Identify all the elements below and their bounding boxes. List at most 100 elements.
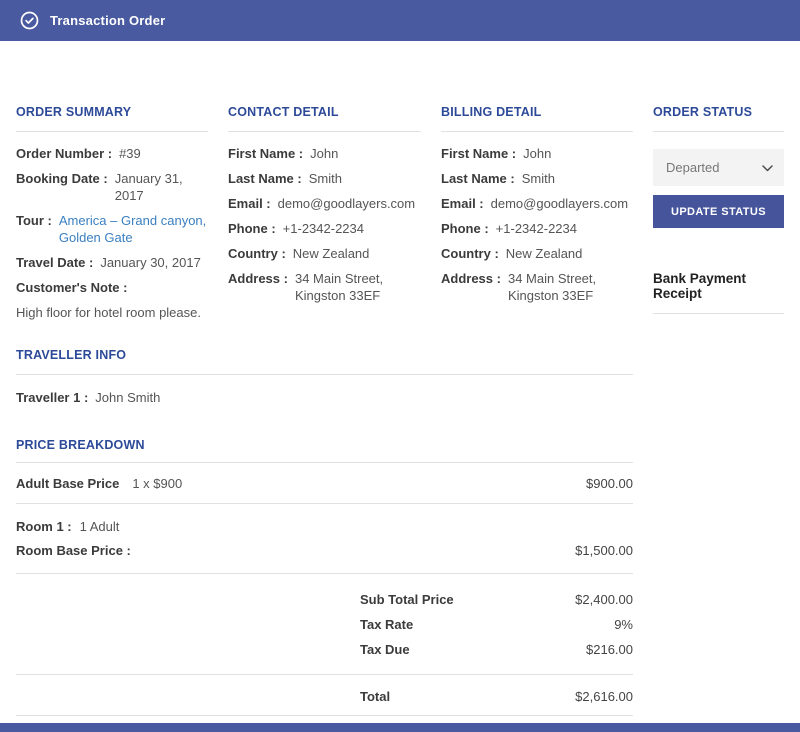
divider — [16, 374, 633, 375]
field-value: John Smith — [95, 389, 160, 406]
field-label: First Name : — [441, 145, 516, 162]
contact-detail-heading: CONTACT DETAIL — [228, 105, 421, 119]
row-amount: $900.00 — [586, 475, 633, 492]
page-title: Transaction Order — [50, 13, 165, 28]
order-summary-section: ORDER SUMMARY Order Number : #39 Booking… — [16, 105, 208, 321]
row-amount: $216.00 — [586, 641, 633, 658]
top-bar: Transaction Order — [0, 0, 800, 41]
field-label: Email : — [228, 195, 271, 212]
transaction-order-page: Transaction Order ORDER SUMMARY Order Nu… — [0, 0, 800, 732]
field-label: Last Name : — [228, 170, 302, 187]
price-table: Adult Base Price 1 x $900 $900.00 Room 1… — [16, 462, 633, 716]
row-amount: $2,616.00 — [575, 688, 633, 705]
field-label: Tour : — [16, 212, 52, 246]
phone-field: Phone : +1-2342-2234 — [228, 220, 421, 237]
order-summary-heading: ORDER SUMMARY — [16, 105, 208, 119]
billing-detail-heading: BILLING DETAIL — [441, 105, 633, 119]
field-value: New Zealand — [506, 245, 583, 262]
field-label: Country : — [441, 245, 499, 262]
address-field: Address : 34 Main Street, Kingston 33EF — [228, 270, 421, 304]
tour-link[interactable]: America – Grand canyon, Golden Gate — [59, 212, 208, 246]
divider — [228, 131, 421, 132]
field-label: Address : — [228, 270, 288, 304]
field-value: demo@goodlayers.com — [491, 195, 628, 212]
bank-payment-receipt-heading: Bank Payment Receipt — [653, 271, 784, 301]
field-value: January 31, 2017 — [115, 170, 208, 204]
field-label: Phone : — [441, 220, 489, 237]
field-label: Traveller 1 : — [16, 389, 88, 406]
sub-total-row: Sub Total Price $2,400.00 — [16, 591, 633, 608]
field-value: +1-2342-2234 — [283, 220, 364, 237]
field-value: Smith — [309, 170, 342, 187]
field-label: Last Name : — [441, 170, 515, 187]
customer-note-text: High floor for hotel room please. — [16, 304, 208, 321]
order-status-select[interactable]: Departed — [653, 149, 784, 186]
row-value: 1 Adult — [80, 518, 120, 535]
order-number-field: Order Number : #39 — [16, 145, 208, 162]
field-value: John — [523, 145, 551, 162]
traveller-info-heading: TRAVELLER INFO — [16, 348, 633, 362]
circled-check-icon — [20, 11, 39, 30]
row-amount: $2,400.00 — [575, 591, 633, 608]
row-label: Adult Base Price — [16, 475, 119, 492]
field-label: Travel Date : — [16, 254, 93, 271]
divider — [441, 131, 633, 132]
travel-date-field: Travel Date : January 30, 2017 — [16, 254, 208, 271]
billing-detail-section: BILLING DETAIL First Name : John Last Na… — [441, 105, 633, 312]
row-amount: 9% — [614, 616, 633, 633]
field-label: Country : — [228, 245, 286, 262]
address-field: Address : 34 Main Street, Kingston 33EF — [441, 270, 633, 304]
row-label: Room 1 : — [16, 518, 72, 535]
field-value: Smith — [522, 170, 555, 187]
divider — [653, 313, 784, 314]
order-status-sidebar: ORDER STATUS Departed UPDATE STATUS Bank… — [653, 105, 784, 314]
tax-due-row: Tax Due $216.00 — [16, 641, 633, 658]
row-detail: 1 x $900 — [132, 475, 182, 492]
row-label: Total — [360, 688, 390, 705]
booking-date-field: Booking Date : January 31, 2017 — [16, 170, 208, 204]
field-label: Order Number : — [16, 145, 112, 162]
order-status-heading: ORDER STATUS — [653, 105, 784, 119]
field-value: John — [310, 145, 338, 162]
row-label: Tax Due — [360, 641, 410, 658]
field-label: Email : — [441, 195, 484, 212]
field-label: Phone : — [228, 220, 276, 237]
tour-field: Tour : America – Grand canyon, Golden Ga… — [16, 212, 208, 246]
last-name-field: Last Name : Smith — [441, 170, 633, 187]
room-base-price-row: Room Base Price : $1,500.00 — [16, 542, 633, 559]
room-block: Room 1 : 1 Adult Room Base Price : $1,50… — [16, 504, 633, 574]
field-value: #39 — [119, 145, 141, 162]
traveller-info-section: TRAVELLER INFO Traveller 1 : John Smith — [16, 348, 633, 406]
phone-field: Phone : +1-2342-2234 — [441, 220, 633, 237]
field-label: First Name : — [228, 145, 303, 162]
row-label: Tax Rate — [360, 616, 413, 633]
divider — [16, 131, 208, 132]
row-amount: $1,500.00 — [575, 542, 633, 559]
room-row: Room 1 : 1 Adult — [16, 518, 633, 535]
last-name-field: Last Name : Smith — [228, 170, 421, 187]
top-columns: ORDER SUMMARY Order Number : #39 Booking… — [16, 105, 784, 321]
field-value: 34 Main Street, Kingston 33EF — [508, 270, 633, 304]
adult-base-price-row: Adult Base Price 1 x $900 $900.00 — [16, 462, 633, 504]
row-label: Sub Total Price — [360, 591, 454, 608]
totals-block: Sub Total Price $2,400.00 Tax Rate 9% Ta… — [16, 574, 633, 675]
divider — [653, 131, 784, 132]
email-field: Email : demo@goodlayers.com — [441, 195, 633, 212]
row-label: Room Base Price : — [16, 542, 131, 559]
field-value: January 30, 2017 — [100, 254, 200, 271]
field-label: Booking Date : — [16, 170, 108, 204]
bottom-bar — [0, 723, 800, 732]
country-field: Country : New Zealand — [228, 245, 421, 262]
lower-sections: TRAVELLER INFO Traveller 1 : John Smith … — [16, 348, 633, 716]
price-breakdown-heading: PRICE BREAKDOWN — [16, 438, 633, 452]
field-value: 34 Main Street, Kingston 33EF — [295, 270, 421, 304]
update-status-button[interactable]: UPDATE STATUS — [653, 195, 784, 228]
first-name-field: First Name : John — [441, 145, 633, 162]
field-value: New Zealand — [293, 245, 370, 262]
order-status-selected-value: Departed — [666, 160, 719, 175]
content-area: ORDER SUMMARY Order Number : #39 Booking… — [0, 41, 800, 716]
first-name-field: First Name : John — [228, 145, 421, 162]
email-field: Email : demo@goodlayers.com — [228, 195, 421, 212]
field-label: Customer's Note : — [16, 279, 127, 296]
grand-total-row: Total $2,616.00 — [16, 675, 633, 716]
